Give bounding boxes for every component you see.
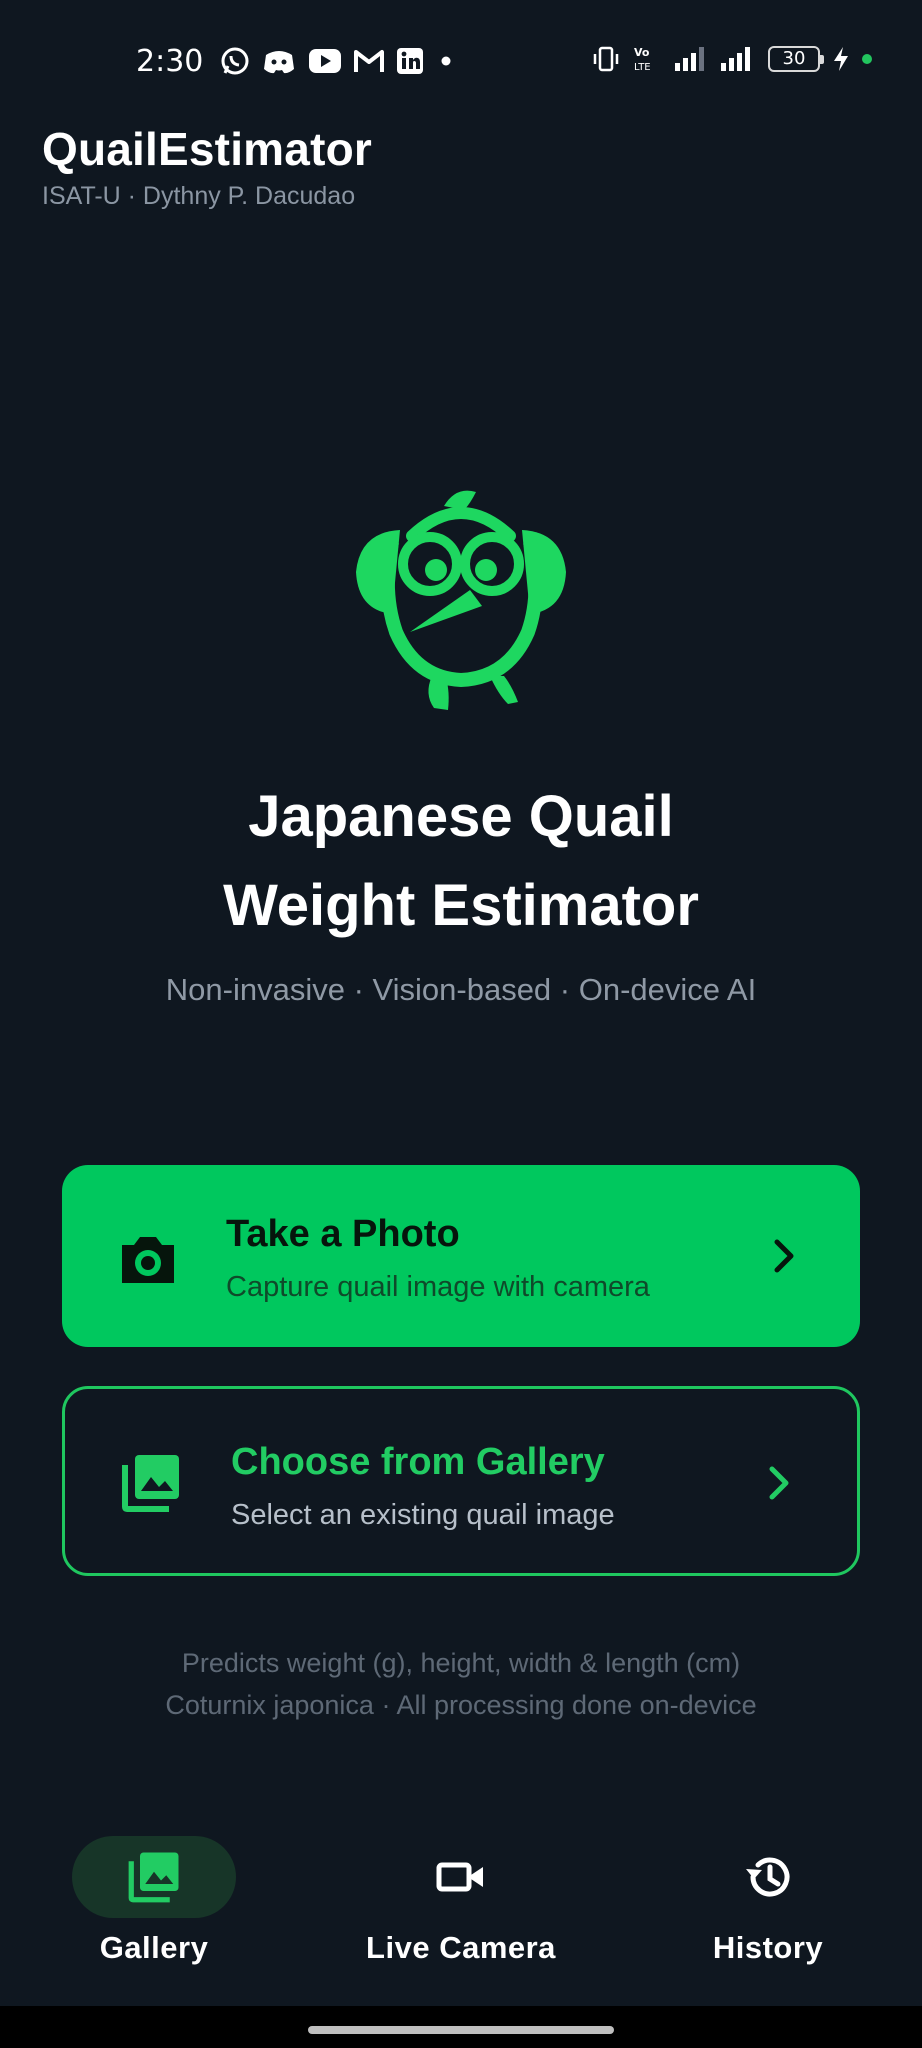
footer-note: Predicts weight (g), height, width & len… [0,1642,922,1726]
footer-note-line1: Predicts weight (g), height, width & len… [181,1648,741,1678]
nav-icon-container [379,1836,543,1918]
hero-title-line2: Weight Estimator [223,873,699,938]
status-bar: 2:30 Vo LTE 30 [0,0,922,120]
nav-item-gallery[interactable]: Gallery [4,1836,304,1966]
nav-active-indicator [72,1836,236,1918]
app-title: QuailEstimator [42,123,372,175]
take-photo-description: Capture quail image with camera [226,1271,650,1303]
history-icon [746,1857,790,1897]
quail-logo-icon [356,490,566,710]
app-subtitle: ISAT-U · Dythny P. Dacudao [42,182,356,210]
svg-text:LTE: LTE [634,62,651,73]
hero-title: Japanese Quail Weight Estimator [0,772,922,950]
signal-icon [675,47,704,71]
linkedin-icon [397,48,423,74]
photo-library-icon [128,1852,179,1903]
youtube-icon [309,49,341,73]
choose-gallery-description: Select an existing quail image [231,1499,615,1531]
notification-icons [220,46,456,76]
camera-icon [122,1237,174,1283]
gmail-icon [354,50,384,72]
nav-label-history: History [712,1930,824,1965]
choose-gallery-button[interactable]: Choose from Gallery Select an existing q… [62,1386,860,1576]
nav-item-live-camera[interactable]: Live Camera [311,1836,611,1966]
battery-icon: 30 [768,46,824,72]
dot-icon [441,56,451,66]
charging-dot [862,54,872,64]
chevron-right-icon [769,1466,789,1500]
discord-icon [264,51,294,74]
chevron-right-icon [774,1239,794,1273]
status-time: 2:30 [136,44,204,79]
photo-library-icon [122,1455,179,1512]
take-photo-title: Take a Photo [226,1213,460,1255]
signal-icon [721,47,750,71]
choose-gallery-title: Choose from Gallery [231,1441,605,1483]
hero-title-line1: Japanese Quail [248,784,674,849]
gesture-handle[interactable] [308,2026,614,2034]
videocam-icon [436,1862,483,1892]
bottom-nav: Gallery Live Camera History [0,1820,922,2010]
nav-label-gallery: Gallery [99,1930,209,1965]
system-gesture-bar [0,2006,922,2048]
whatsapp-icon [221,47,249,75]
charging-icon [834,47,848,71]
footer-note-line2: Coturnix japonica · All processing done … [165,1690,757,1720]
app-header: QuailEstimator ISAT-U · Dythny P. Dacuda… [42,122,372,211]
volte-icon: Vo LTE [634,46,651,73]
nav-label-live-camera: Live Camera [366,1930,556,1965]
system-status-icons: Vo LTE 30 [592,44,872,74]
vibrate-icon [593,46,619,72]
take-photo-button[interactable]: Take a Photo Capture quail image with ca… [62,1165,860,1347]
nav-item-history[interactable]: History [618,1836,918,1966]
nav-icon-container [686,1836,850,1918]
svg-text:Vo: Vo [634,46,650,59]
hero-tagline: Non-invasive · Vision-based · On-device … [165,972,757,1007]
